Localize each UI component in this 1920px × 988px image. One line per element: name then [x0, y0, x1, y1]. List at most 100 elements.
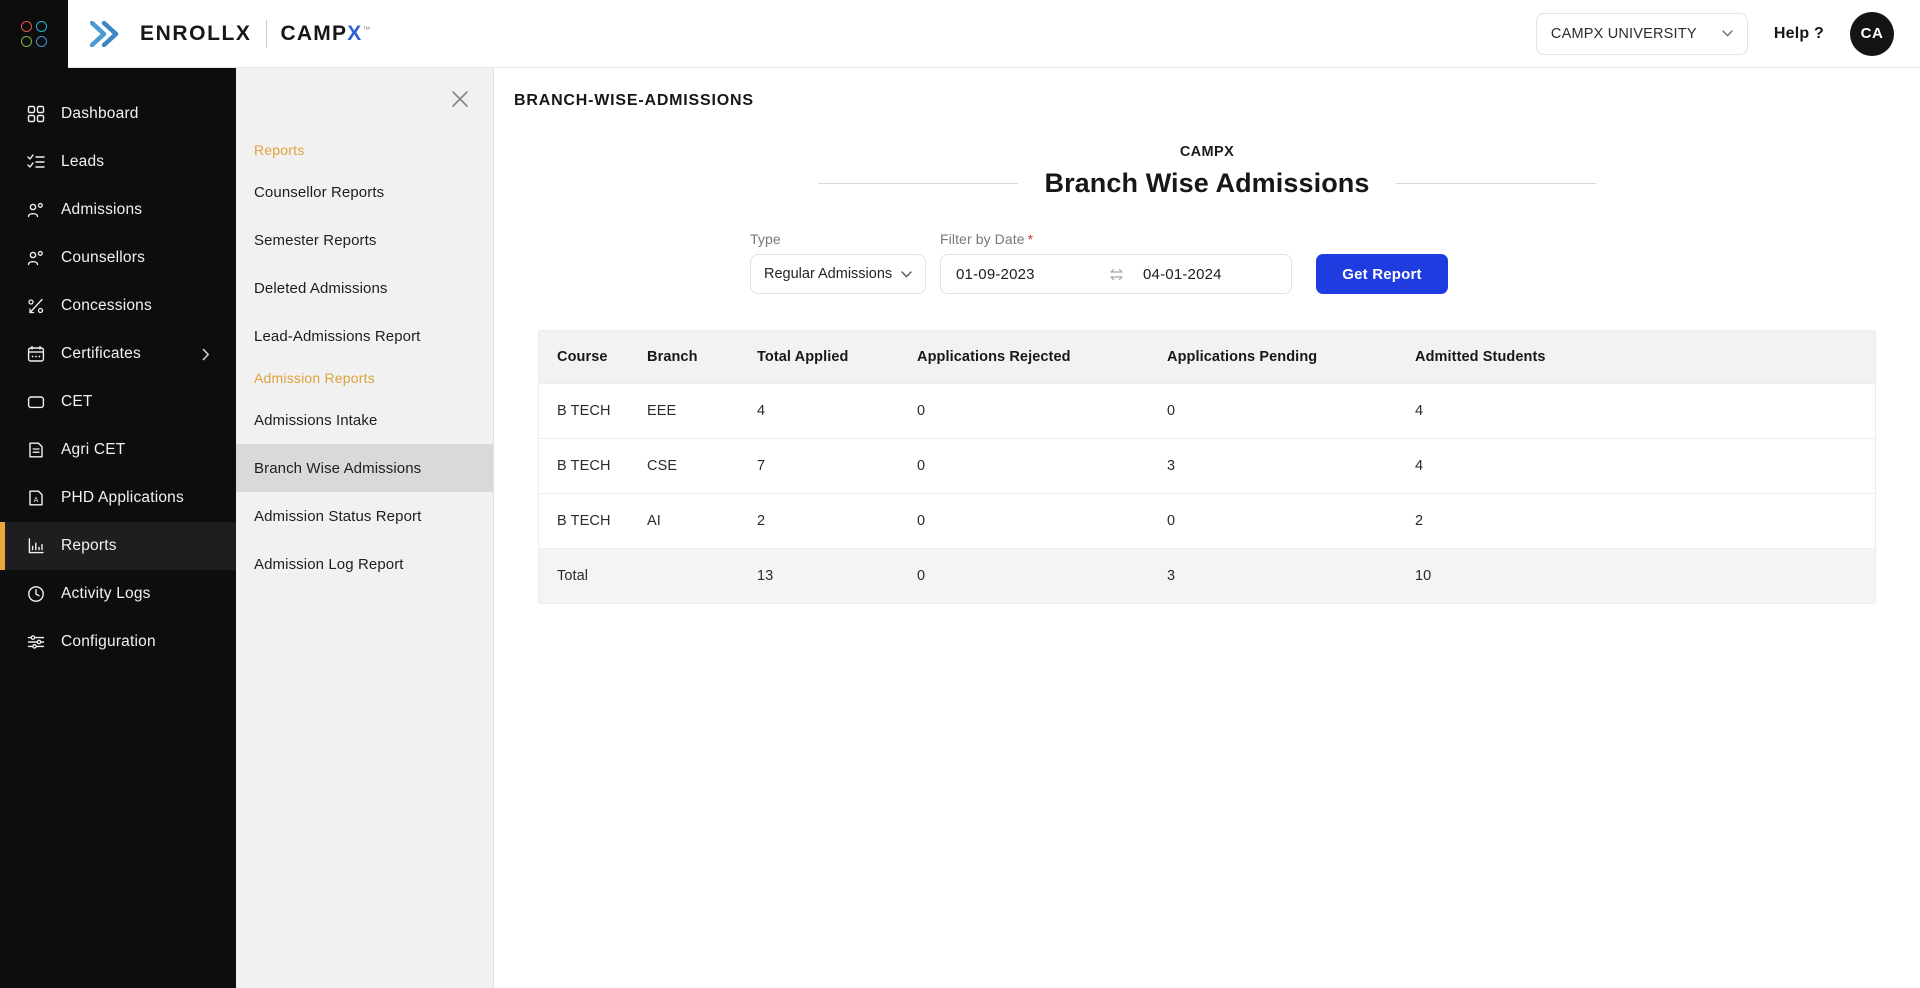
- table-row[interactable]: B TECH CSE 7 0 3 4: [539, 438, 1875, 494]
- cell-applications-rejected: 0: [917, 493, 1167, 549]
- sidebar-item-label: Concessions: [61, 297, 152, 314]
- cell-applications-rejected: 0: [917, 383, 1167, 439]
- app-logo-tile[interactable]: [0, 0, 68, 68]
- cell-applications-pending: 0: [1167, 493, 1415, 549]
- cell-admitted-students: 10: [1415, 548, 1875, 603]
- date-filter-label-text: Filter by Date: [940, 231, 1025, 247]
- sidebar-item-reports[interactable]: Reports: [0, 522, 236, 570]
- svg-text:A: A: [33, 497, 38, 504]
- close-icon[interactable]: [449, 88, 471, 110]
- sidebar-item-agri-cet[interactable]: Agri CET: [0, 426, 236, 474]
- submenu-group-title: Reports: [254, 142, 305, 158]
- sidebar-item-label: CET: [61, 393, 93, 410]
- date-range-input[interactable]: 01-09-2023 04-01-2024: [940, 254, 1292, 294]
- cell-branch: EEE: [647, 383, 757, 439]
- help-link[interactable]: Help ?: [1774, 25, 1824, 43]
- table-header-row: Course Branch Total Applied Applications…: [539, 331, 1875, 384]
- cell-applications-rejected: 0: [917, 438, 1167, 494]
- brand-campx-accent: X: [347, 21, 363, 45]
- clock-icon: [26, 585, 45, 604]
- cell-total-applied: 2: [757, 493, 917, 549]
- cell-course: B TECH: [539, 493, 647, 549]
- chevron-right-icon: [202, 348, 209, 360]
- app-body: Dashboard Leads Admissions Counsellors C…: [0, 68, 1920, 988]
- submenu-item-semester-reports[interactable]: Semester Reports: [236, 216, 493, 264]
- submenu-item-deleted-admissions[interactable]: Deleted Admissions: [236, 264, 493, 312]
- submenu-item-branch-wise-admissions[interactable]: Branch Wise Admissions: [236, 444, 493, 492]
- sidebar-item-dashboard[interactable]: Dashboard: [0, 90, 236, 138]
- cell-applications-pending: 0: [1167, 383, 1415, 439]
- submenu-item-admissions-intake[interactable]: Admissions Intake: [236, 396, 493, 444]
- type-select-value: Regular Admissions: [764, 266, 893, 282]
- sidebar: Dashboard Leads Admissions Counsellors C…: [0, 68, 236, 988]
- users-icon: [26, 201, 45, 220]
- sidebar-item-leads[interactable]: Leads: [0, 138, 236, 186]
- page-title: BRANCH-WISE-ADMISSIONS: [514, 92, 754, 109]
- cell-branch: AI: [647, 493, 757, 549]
- column-header-applications-rejected: Applications Rejected: [917, 331, 1167, 384]
- date-to-value[interactable]: 04-01-2024: [1128, 266, 1291, 283]
- submenu-item-counsellor-reports[interactable]: Counsellor Reports: [236, 168, 493, 216]
- sidebar-item-label: Configuration: [61, 633, 156, 650]
- cell-admitted-students: 2: [1415, 493, 1875, 549]
- document-a-icon: A: [26, 489, 45, 508]
- cell-branch: [647, 548, 757, 603]
- table-row[interactable]: B TECH AI 2 0 0 2: [539, 493, 1875, 549]
- swap-arrows-icon: [1104, 268, 1128, 281]
- report-container: CAMPX Branch Wise Admissions Type Regula…: [494, 110, 1920, 604]
- date-from-value[interactable]: 01-09-2023: [941, 266, 1104, 283]
- app-root: ENROLLX CAMPX™ CAMPX UNIVERSITY Help ? C…: [0, 0, 1920, 988]
- sidebar-item-admissions[interactable]: Admissions: [0, 186, 236, 234]
- sidebar-item-label: PHD Applications: [61, 489, 184, 506]
- column-header-admitted-students: Admitted Students: [1415, 331, 1875, 384]
- report-title-row: Branch Wise Admissions: [538, 168, 1876, 199]
- submenu-item-admission-status-report[interactable]: Admission Status Report: [236, 492, 493, 540]
- brand-enrollx: ENROLLX: [140, 21, 252, 45]
- sidebar-item-cet[interactable]: CET: [0, 378, 236, 426]
- brand: ENROLLX CAMPX™: [90, 19, 372, 48]
- get-report-button[interactable]: Get Report: [1316, 254, 1448, 294]
- users-icon: [26, 249, 45, 268]
- type-select[interactable]: Regular Admissions: [750, 254, 926, 294]
- date-filter-field: Filter by Date * 01-09-2023 04-01-2024: [940, 231, 1292, 294]
- cell-total-applied: 7: [757, 438, 917, 494]
- grid-squares-icon: [26, 105, 45, 124]
- table-row[interactable]: B TECH EEE 4 0 0 4: [539, 383, 1875, 439]
- submenu-item-lead-admissions-report[interactable]: Lead-Admissions Report: [236, 312, 493, 360]
- cell-course: B TECH: [539, 383, 647, 439]
- chevron-down-icon: [901, 270, 912, 277]
- date-filter-label: Filter by Date *: [940, 231, 1292, 247]
- report-title: Branch Wise Admissions: [1044, 168, 1370, 198]
- double-chevron-icon: [90, 20, 119, 47]
- reports-submenu-panel: Reports Counsellor Reports Semester Repo…: [236, 68, 494, 988]
- university-select[interactable]: CAMPX UNIVERSITY: [1535, 12, 1748, 55]
- sidebar-item-certificates[interactable]: Certificates: [0, 330, 236, 378]
- sidebar-item-activity-logs[interactable]: Activity Logs: [0, 570, 236, 618]
- branch-wise-admissions-table: Course Branch Total Applied Applications…: [538, 330, 1876, 604]
- sidebar-item-label: Admissions: [61, 201, 143, 218]
- cell-admitted-students: 4: [1415, 383, 1875, 439]
- brand-trademark: ™: [362, 24, 372, 34]
- sidebar-item-label: Counsellors: [61, 249, 146, 266]
- avatar[interactable]: CA: [1850, 11, 1894, 56]
- report-controls: Type Regular Admissions Filter by Date * …: [538, 231, 1876, 294]
- sidebar-item-concessions[interactable]: Concessions: [0, 282, 236, 330]
- cell-course: Total: [539, 548, 647, 603]
- brand-campx: CAMPX™: [281, 22, 372, 46]
- cell-course: B TECH: [539, 438, 647, 494]
- checklist-icon: [26, 153, 45, 172]
- cell-total-applied: 4: [757, 383, 917, 439]
- column-header-total-applied: Total Applied: [757, 331, 917, 384]
- sidebar-item-phd-applications[interactable]: A PHD Applications: [0, 474, 236, 522]
- cell-applications-rejected: 0: [917, 548, 1167, 603]
- grid-dots-icon: [21, 20, 47, 47]
- submenu-item-admission-log-report[interactable]: Admission Log Report: [236, 540, 493, 588]
- document-lines-icon: [26, 441, 45, 460]
- sidebar-item-configuration[interactable]: Configuration: [0, 618, 236, 666]
- title-rule-left: [818, 183, 1019, 184]
- sliders-icon: [26, 633, 45, 652]
- sidebar-item-counsellors[interactable]: Counsellors: [0, 234, 236, 282]
- table-body: B TECH EEE 4 0 0 4 B TECH CSE 7 0 3 4 B …: [539, 383, 1875, 603]
- column-header-course: Course: [539, 331, 647, 384]
- report-table: Course Branch Total Applied Applications…: [539, 331, 1875, 603]
